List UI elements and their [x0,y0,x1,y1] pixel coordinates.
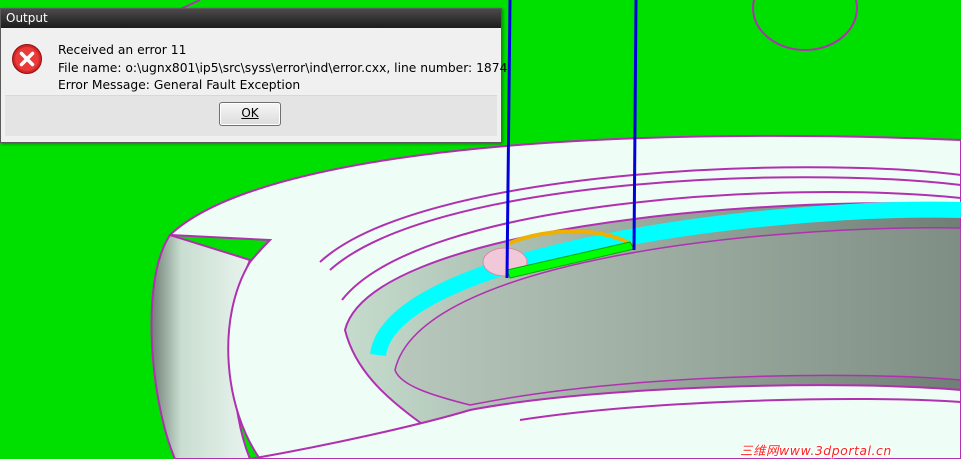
dialog-title[interactable]: Output [1,9,501,28]
error-line-3: Error Message: General Fault Exception [58,78,301,92]
watermark: 三维网www.3dportal.cn [740,443,892,458]
ok-label: OK [241,106,259,120]
error-line-2: File name: o:\ugnx801\ip5\src\syss\error… [58,60,508,75]
error-icon [12,44,42,74]
ok-button[interactable]: OK [219,102,281,126]
output-dialog: Output Received an error 11 File name: o… [0,8,507,143]
tool-axis-2 [632,0,638,251]
error-message: Received an error 11 File name: o:\ugnx8… [58,42,507,95]
error-line-1: Received an error 11 [58,43,187,57]
